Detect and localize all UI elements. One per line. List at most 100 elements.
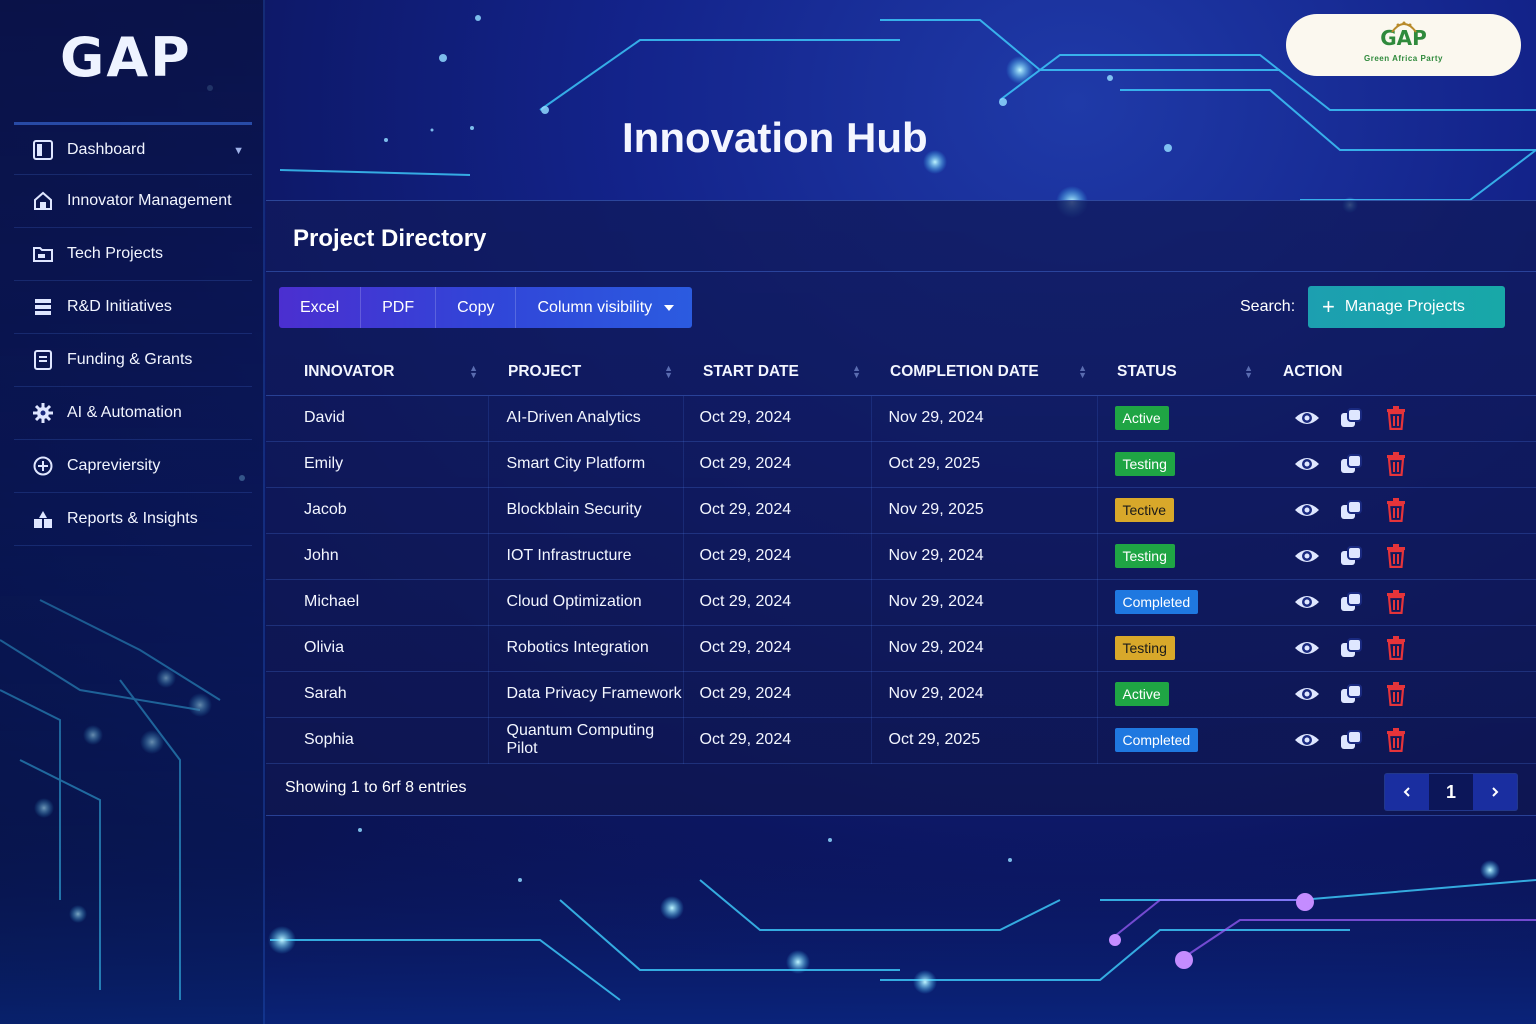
- table-row[interactable]: Jacob Blockblain Security Oct 29, 2024 Nov …: [266, 487, 1536, 534]
- dashboard-icon: [28, 139, 58, 161]
- delete-icon[interactable]: [1385, 728, 1407, 752]
- action-cell: [1263, 395, 1536, 442]
- previous-page-button[interactable]: [1385, 774, 1429, 810]
- delete-icon[interactable]: [1385, 452, 1407, 476]
- status-badge: Completed: [1114, 728, 1199, 752]
- document-icon: [28, 349, 58, 371]
- export-button-group: Excel PDF Copy Column visibility: [279, 287, 693, 328]
- header-completion-date[interactable]: COMPLETION DATE ▲ ▼: [871, 349, 1097, 396]
- sidebar-item-reports-insights[interactable]: Reports & Insights: [14, 493, 252, 546]
- edit-icon[interactable]: [1339, 407, 1363, 429]
- header-status[interactable]: STATUS ▲ ▼: [1097, 349, 1263, 396]
- sort-icon: ▲ ▼: [1244, 363, 1253, 380]
- action-cell: [1263, 579, 1536, 626]
- table-row[interactable]: Sophia Quantum Computing Pilot Oct 29, 202…: [266, 717, 1536, 764]
- copy-button[interactable]: Copy: [436, 287, 517, 328]
- sidebar-item-tech-projects[interactable]: Tech Projects: [14, 228, 252, 281]
- header-label: ACTION: [1283, 362, 1343, 380]
- sidebar-item-funding-grants[interactable]: Funding & Grants: [14, 334, 252, 387]
- edit-icon[interactable]: [1339, 499, 1363, 521]
- sidebar-item-label: Dashboard: [67, 140, 146, 158]
- sidebar-item-label: Funding & Grants: [67, 351, 193, 368]
- edit-icon[interactable]: [1339, 545, 1363, 567]
- delete-icon[interactable]: [1385, 590, 1407, 614]
- delete-icon[interactable]: [1385, 406, 1407, 430]
- status-cell: Testing: [1097, 533, 1263, 580]
- edit-icon[interactable]: [1339, 453, 1363, 475]
- start-date-cell: Oct 29, 2024: [683, 441, 872, 488]
- page-number-button[interactable]: 1: [1429, 774, 1473, 810]
- edit-icon[interactable]: [1339, 729, 1363, 751]
- table-row[interactable]: Sarah Data Privacy Framework Oct 29, 2024 N…: [266, 671, 1536, 718]
- pdf-button[interactable]: PDF: [361, 287, 437, 328]
- view-icon[interactable]: [1293, 501, 1321, 519]
- gear-icon: [28, 402, 58, 424]
- sort-icon: ▲ ▼: [852, 363, 861, 380]
- sidebar-item-rd-initiatives[interactable]: R&D Initiatives: [14, 281, 252, 334]
- action-cell: [1263, 671, 1536, 718]
- party-logo: GAP Green Africa Party: [1286, 14, 1521, 76]
- edit-icon[interactable]: [1339, 591, 1363, 613]
- completion-date-cell: Nov 29, 2024: [871, 579, 1098, 626]
- projects-table: INNOVATOR ▲ ▼ PROJECT ▲ ▼ START DATE ▲ ▼ COMPL…: [266, 349, 1536, 764]
- sidebar-item-label: Reports & Insights: [67, 510, 198, 527]
- column-visibility-button[interactable]: Column visibility: [516, 287, 692, 328]
- sidebar-item-dashboard[interactable]: Dashboard ▼: [14, 122, 252, 175]
- view-icon[interactable]: [1293, 639, 1321, 657]
- sidebar-item-capreviersity[interactable]: Capreviersity: [14, 440, 252, 493]
- action-cell: [1263, 487, 1536, 534]
- action-cell: [1263, 533, 1536, 580]
- table-row[interactable]: David AI-Driven Analytics Oct 29, 2024 Nov …: [266, 395, 1536, 442]
- next-page-button[interactable]: [1473, 774, 1517, 810]
- excel-button[interactable]: Excel: [279, 287, 362, 328]
- edit-icon[interactable]: [1339, 637, 1363, 659]
- header-project[interactable]: PROJECT ▲ ▼: [488, 349, 683, 396]
- caret-down-icon: [664, 304, 675, 311]
- innovator-cell: Sarah: [266, 671, 489, 718]
- header-innovator[interactable]: INNOVATOR ▲ ▼: [266, 349, 488, 396]
- innovator-cell: Olivia: [266, 625, 489, 672]
- table-row[interactable]: Emily Smart City Platform Oct 29, 2024 Oct …: [266, 441, 1536, 488]
- wreath-icon: [1391, 21, 1417, 33]
- sidebar-item-innovator-management[interactable]: Innovator Management: [14, 175, 252, 228]
- view-icon[interactable]: [1293, 547, 1321, 565]
- manage-projects-button[interactable]: + Manage Projects: [1308, 286, 1505, 328]
- view-icon[interactable]: [1293, 455, 1321, 473]
- status-cell: Active: [1097, 671, 1263, 718]
- sidebar-item-ai-automation[interactable]: AI & Automation: [14, 387, 252, 440]
- completion-date-cell: Nov 29, 2024: [871, 671, 1098, 718]
- view-icon[interactable]: [1293, 731, 1321, 749]
- completion-date-cell: Oct 29, 2025: [871, 441, 1098, 488]
- view-icon[interactable]: [1293, 685, 1321, 703]
- innovator-cell: David: [266, 395, 489, 442]
- start-date-cell: Oct 29, 2024: [683, 487, 872, 534]
- view-icon[interactable]: [1293, 409, 1321, 427]
- table-row[interactable]: Olivia Robotics Integration Oct 29, 2024 No…: [266, 625, 1536, 672]
- logo-subtitle: Green Africa Party: [1364, 53, 1443, 63]
- delete-icon[interactable]: [1385, 498, 1407, 522]
- sidebar-item-label: Tech Projects: [67, 245, 164, 262]
- status-badge: Completed: [1114, 590, 1199, 614]
- innovator-cell: John: [266, 533, 489, 580]
- status-cell: Testing: [1097, 625, 1263, 672]
- view-icon[interactable]: [1293, 593, 1321, 611]
- page-title: Innovation Hub: [622, 114, 928, 161]
- reports-icon: [28, 508, 58, 530]
- delete-icon[interactable]: [1385, 636, 1407, 660]
- delete-icon[interactable]: [1385, 682, 1407, 706]
- edit-icon[interactable]: [1339, 683, 1363, 705]
- sidebar-item-label: AI & Automation: [67, 404, 182, 421]
- sidebar-item-label: R&D Initiatives: [67, 298, 172, 315]
- table-row[interactable]: Michael Cloud Optimization Oct 29, 2024 Nov…: [266, 579, 1536, 626]
- start-date-cell: Oct 29, 2024: [683, 395, 872, 442]
- start-date-cell: Oct 29, 2024: [683, 717, 872, 764]
- panel-title: Project Directory: [293, 225, 487, 252]
- start-date-cell: Oct 29, 2024: [683, 533, 872, 580]
- header-start-date[interactable]: START DATE ▲ ▼: [683, 349, 871, 396]
- delete-icon[interactable]: [1385, 544, 1407, 568]
- header-label: PROJECT: [508, 362, 582, 380]
- table-row[interactable]: John IOT Infrastructure Oct 29, 2024 Nov 29…: [266, 533, 1536, 580]
- sort-icon: ▲ ▼: [664, 363, 673, 380]
- status-badge: Testing: [1114, 636, 1175, 660]
- completion-date-cell: Nov 29, 2025: [871, 487, 1098, 534]
